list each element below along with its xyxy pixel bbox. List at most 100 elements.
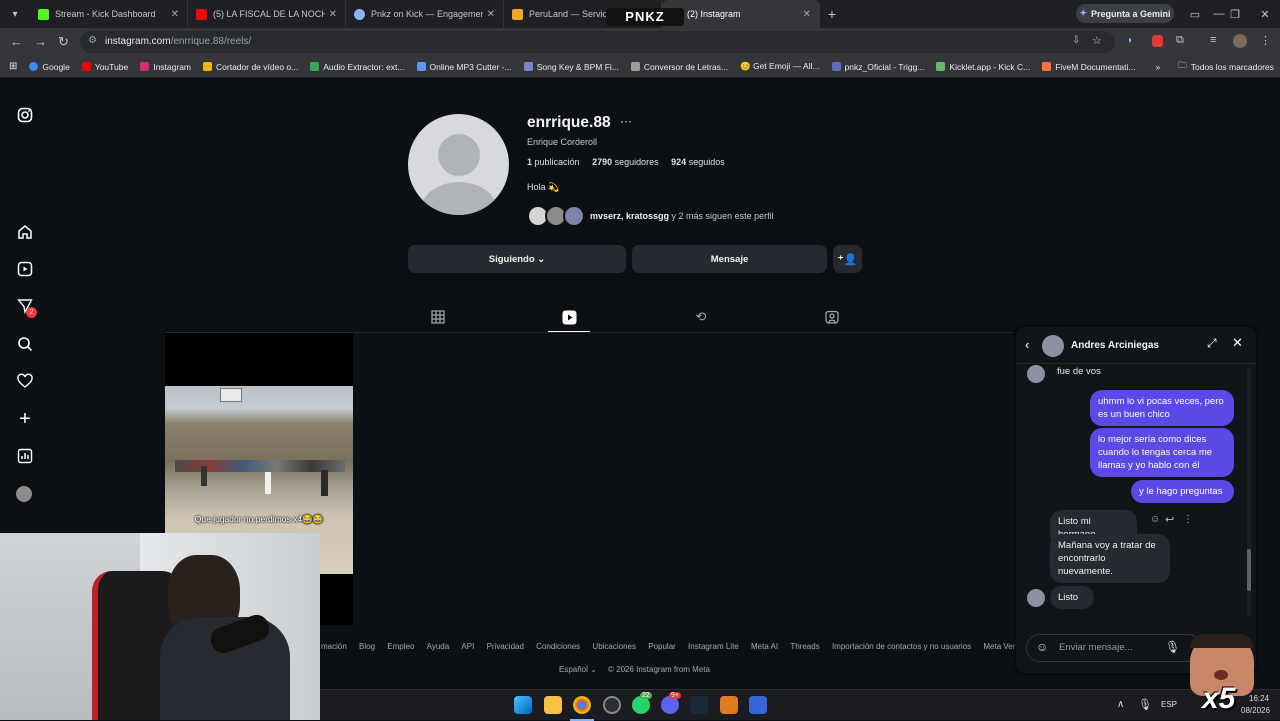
close-tab-icon[interactable]: ✕	[329, 9, 337, 20]
message-more-icon[interactable]: ⋮	[1183, 514, 1193, 525]
footer-link[interactable]: Meta AI	[751, 642, 778, 651]
message-input-box[interactable]: ☺ Enviar mensaje... 🎙	[1026, 634, 1202, 662]
bookmark-item[interactable]: Instagram	[140, 62, 191, 72]
followers-stat[interactable]: 2790 seguidores	[592, 157, 659, 167]
heart-icon[interactable]	[16, 372, 34, 390]
tab-instagram[interactable]: (2) Instagram ✕	[662, 0, 820, 28]
search-icon[interactable]	[16, 335, 34, 353]
bookmark-item[interactable]: Audio Extractor: ext...	[310, 62, 405, 72]
footer-link[interactable]: Empleo	[387, 642, 414, 651]
bookmark-item[interactable]: Song Key & BPM Fi...	[523, 62, 619, 72]
footer-link[interactable]: Instagram Lite	[688, 642, 739, 651]
app-icon[interactable]	[749, 696, 767, 714]
more-bookmarks-button[interactable]: »	[1156, 62, 1161, 72]
footer-link[interactable]: Threads	[790, 642, 819, 651]
extension-red-icon[interactable]	[1152, 35, 1163, 47]
bookmark-item[interactable]: 😊 Get Emoji — All...	[740, 61, 820, 72]
profile-avatar[interactable]	[1233, 34, 1247, 48]
close-tab-icon[interactable]: ✕	[803, 9, 811, 20]
tagged-icon[interactable]	[823, 308, 841, 326]
reels-tab-icon[interactable]	[560, 308, 578, 326]
extension-icon[interactable]: ◗	[1127, 35, 1133, 46]
posts-stat[interactable]: 1 publicación	[527, 157, 580, 167]
steam-icon[interactable]	[690, 696, 708, 714]
fivem-icon[interactable]	[720, 696, 738, 714]
close-chat-icon[interactable]: ✕	[1232, 335, 1243, 351]
message-input[interactable]: Enviar mensaje...	[1059, 642, 1132, 653]
bookmark-item[interactable]: Online MP3 Cutter -...	[416, 62, 512, 72]
bookmark-item[interactable]: Cortador de vídeo o...	[203, 62, 298, 72]
suggest-user-icon[interactable]: ⁺👤	[833, 245, 862, 273]
footer-link[interactable]: Importación de contactos y no usuarios	[832, 642, 971, 651]
following-button[interactable]: Siguiendo ⌄	[408, 245, 626, 273]
tray-chevron-icon[interactable]: ∧	[1117, 699, 1124, 710]
footer-link[interactable]: Condiciones	[536, 642, 580, 651]
footer-link[interactable]: Blog	[359, 642, 375, 651]
expand-icon[interactable]: ⤢	[1207, 336, 1217, 351]
footer-link[interactable]: Popular	[648, 642, 676, 651]
bookmark-item[interactable]: pnkz_Oficial - Trigg...	[831, 62, 924, 72]
new-tab-icon[interactable]: +	[820, 6, 844, 22]
bookmark-item[interactable]: Google	[29, 62, 70, 72]
dashboard-icon[interactable]	[16, 447, 34, 465]
bookmark-item[interactable]: Conversor de Letras...	[630, 62, 728, 72]
chat-scrollbar-thumb[interactable]	[1247, 549, 1251, 591]
close-tab-icon[interactable]: ✕	[487, 9, 495, 20]
footer-link[interactable]: Ubicaciones	[592, 642, 636, 651]
tab-pnkz-kick[interactable]: Pnkz on Kick — Engagement A✕	[346, 0, 504, 28]
close-window-icon[interactable]: ✕	[1250, 0, 1280, 28]
windows-start-icon[interactable]	[514, 696, 532, 714]
emoji-icon[interactable]: ☺	[1036, 640, 1048, 654]
restore-icon[interactable]: ❐	[1220, 0, 1250, 28]
forward-icon[interactable]: →	[34, 34, 47, 49]
microphone-icon[interactable]: 🎙	[1165, 640, 1180, 654]
site-info-icon[interactable]: ⚙	[88, 35, 97, 46]
profile-options-icon[interactable]: ···	[620, 114, 632, 128]
install-app-icon[interactable]: ⇩	[1072, 35, 1080, 46]
mutual-followers-text[interactable]: mvserz, kratossgg y 2 más siguen este pe…	[590, 211, 774, 221]
bookmark-item[interactable]: Kicklet.app - Kick C...	[936, 62, 1030, 72]
footer-link[interactable]: Privacidad	[487, 642, 524, 651]
reload-icon[interactable]: ↻	[58, 34, 69, 50]
apps-grid-icon[interactable]: ⊞	[9, 61, 17, 72]
home-icon[interactable]	[16, 223, 34, 241]
chat-back-icon[interactable]: ‹	[1025, 337, 1029, 352]
bookmark-item[interactable]: FiveM Documentati...	[1042, 62, 1136, 72]
obs-icon[interactable]	[603, 696, 621, 714]
chat-contact-avatar[interactable]	[1042, 335, 1064, 357]
message-button[interactable]: Mensaje	[632, 245, 827, 273]
tab-youtube[interactable]: (5) LA FISCAL DE LA NOCHE - P✕	[188, 0, 346, 28]
chrome-icon[interactable]	[573, 696, 591, 714]
footer-link[interactable]: mación	[321, 642, 347, 651]
gemini-button[interactable]: ✦ Pregunta a Gemini	[1076, 4, 1174, 23]
back-icon[interactable]: ←	[10, 34, 23, 49]
language-select[interactable]: Español ⌄	[559, 665, 597, 674]
menu-dots-icon[interactable]: ⋮	[1260, 34, 1271, 47]
input-language[interactable]: ESP	[1161, 700, 1177, 709]
create-plus-icon[interactable]: +	[16, 408, 34, 430]
tab-kick-dashboard[interactable]: Stream - Kick Dashboard ✕	[30, 0, 188, 28]
media-controls-icon[interactable]: ≡	[1210, 34, 1216, 46]
posts-grid-icon[interactable]	[429, 308, 447, 326]
following-stat[interactable]: 924 seguidos	[671, 157, 725, 167]
close-tab-icon[interactable]: ✕	[171, 9, 179, 20]
profile-avatar[interactable]	[16, 486, 32, 502]
tray-mic-icon[interactable]: 🎙	[1138, 698, 1152, 711]
bookmark-item[interactable]: YouTube	[81, 62, 128, 72]
instagram-logo-icon[interactable]	[16, 106, 34, 124]
chat-contact-name[interactable]: Andres Arciniegas	[1071, 340, 1159, 351]
clock-date[interactable]: 08/2026	[1241, 706, 1270, 715]
footer-link[interactable]: API	[461, 642, 474, 651]
bookmark-star-icon[interactable]: ☆	[1092, 34, 1102, 47]
file-explorer-icon[interactable]	[544, 696, 562, 714]
react-emoji-icon[interactable]: ☺	[1150, 514, 1160, 525]
footer-link[interactable]: Ayuda	[427, 642, 450, 651]
reels-icon[interactable]	[16, 260, 34, 278]
all-bookmarks-folder[interactable]: 🗀 Todos los marcadores	[1178, 60, 1274, 74]
url-input[interactable]: ⚙ instagram.com/enrrique.88/reels/ ⇩ ☆	[80, 31, 1115, 53]
reposts-icon[interactable]: ⟲	[692, 308, 710, 326]
reply-icon[interactable]: ↩	[1165, 513, 1174, 526]
clock-time[interactable]: 16:24	[1249, 694, 1269, 703]
extensions-puzzle-icon[interactable]: ⧉	[1176, 34, 1184, 47]
tab-search-chevron-icon[interactable]: ▾	[0, 0, 30, 28]
